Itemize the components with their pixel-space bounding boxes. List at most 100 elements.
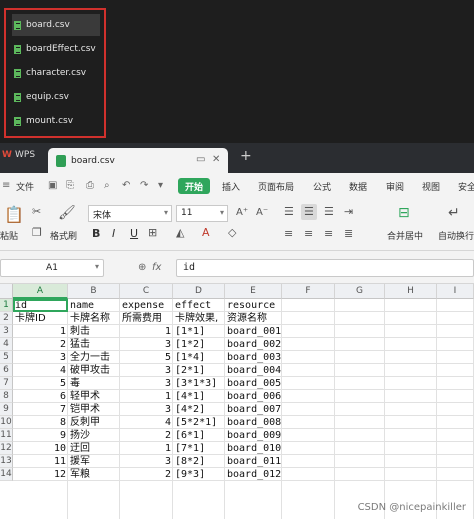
column-header[interactable]: E — [225, 284, 282, 299]
table-cell[interactable]: 2 — [120, 468, 171, 481]
font-size-select[interactable]: 11 ▾ — [176, 205, 228, 222]
table-cell[interactable]: 1 — [120, 390, 171, 403]
row-header[interactable]: 7 — [0, 377, 13, 390]
table-cell[interactable]: 3 — [120, 403, 171, 416]
table-cell[interactable]: board_001 — [227, 325, 281, 338]
underline-button[interactable]: U — [130, 227, 138, 240]
justify-icon[interactable]: ≣ — [344, 227, 353, 240]
table-cell[interactable]: 5 — [120, 351, 171, 364]
column-header[interactable]: D — [173, 284, 225, 299]
table-cell[interactable]: board_003 — [227, 351, 281, 364]
table-cell[interactable]: board_010 — [227, 442, 281, 455]
table-cell[interactable]: [6*1] — [175, 429, 205, 442]
row-header[interactable]: 6 — [0, 364, 13, 377]
table-cell[interactable]: 3 — [120, 377, 171, 390]
row-header[interactable]: 14 — [0, 468, 13, 481]
table-cell[interactable]: 全力一击 — [70, 351, 110, 364]
table-cell[interactable]: 卡牌名称 — [70, 312, 110, 325]
menu-file[interactable]: 文件 — [16, 180, 34, 193]
redo-icon[interactable]: ↷ — [140, 180, 148, 191]
table-cell[interactable]: expense — [122, 299, 164, 312]
merge-center-button[interactable]: 合并居中 — [387, 229, 423, 242]
select-all-corner[interactable] — [0, 284, 13, 299]
wrap-text-button[interactable]: 自动换行 — [438, 229, 474, 242]
undo-icon[interactable]: ↶ — [122, 180, 130, 191]
print-icon[interactable]: ⎙ — [86, 180, 94, 191]
table-cell[interactable]: 4 — [120, 416, 171, 429]
table-cell[interactable]: [5*2*1] — [175, 416, 217, 429]
align-center-icon[interactable]: ≡ — [304, 227, 313, 240]
print-preview-icon[interactable]: ⌕ — [104, 180, 110, 191]
font-color-icon[interactable]: A — [202, 226, 210, 239]
row-header[interactable]: 9 — [0, 403, 13, 416]
column-header[interactable]: H — [385, 284, 437, 299]
file-item-board[interactable]: board.csv — [12, 14, 100, 36]
table-cell[interactable]: [4*2] — [175, 403, 205, 416]
table-cell[interactable]: 所需费用 — [122, 312, 162, 325]
table-cell[interactable]: 2 — [13, 338, 66, 351]
table-cell[interactable]: 3 — [120, 455, 171, 468]
export-pdf-icon[interactable]: ⎘ — [66, 180, 74, 191]
menu-view[interactable]: 视图 — [422, 180, 440, 193]
file-item-boardeffect[interactable]: boardEffect.csv — [12, 38, 96, 60]
menu-review[interactable]: 审阅 — [386, 180, 404, 193]
align-right-icon[interactable]: ≡ — [324, 227, 333, 240]
cut-icon[interactable]: ✂ — [32, 205, 41, 218]
row-header[interactable]: 1 — [0, 299, 13, 312]
table-cell[interactable]: [9*3] — [175, 468, 205, 481]
file-item-character[interactable]: character.csv — [12, 62, 86, 84]
bold-button[interactable]: B — [92, 227, 100, 240]
font-family-select[interactable]: 宋体 ▾ — [88, 205, 172, 222]
column-header[interactable]: C — [120, 284, 173, 299]
align-left-icon[interactable]: ≡ — [284, 227, 293, 240]
table-cell[interactable]: board_005 — [227, 377, 281, 390]
table-cell[interactable]: 7 — [13, 403, 66, 416]
column-header[interactable]: A — [13, 284, 68, 299]
table-cell[interactable]: 4 — [13, 364, 66, 377]
menu-insert[interactable]: 插入 — [222, 180, 240, 193]
table-cell[interactable]: 3 — [120, 364, 171, 377]
wps-home-tab[interactable]: W WPS — [2, 150, 35, 160]
table-cell[interactable]: effect — [175, 299, 211, 312]
table-cell[interactable]: 卡牌效果, — [175, 312, 218, 325]
spreadsheet-grid[interactable]: A B C D E F G H I 1 2 3 4 5 6 7 8 9 10 11 12 13 14 id name expens… — [0, 284, 474, 519]
window-restore-icon[interactable]: ▭ — [196, 154, 205, 165]
table-cell[interactable]: 扬沙 — [70, 429, 90, 442]
row-header[interactable]: 8 — [0, 390, 13, 403]
table-cell[interactable]: 1 — [120, 442, 171, 455]
column-header[interactable]: B — [68, 284, 120, 299]
table-cell[interactable]: 10 — [13, 442, 66, 455]
table-cell[interactable]: 12 — [13, 468, 66, 481]
table-cell[interactable]: [1*4] — [175, 351, 205, 364]
row-header[interactable]: 3 — [0, 325, 13, 338]
table-cell[interactable]: 援军 — [70, 455, 90, 468]
table-cell[interactable]: 轻甲术 — [70, 390, 100, 403]
column-header[interactable]: G — [335, 284, 385, 299]
menu-security[interactable]: 安全 — [458, 180, 474, 193]
table-cell[interactable]: [1*2] — [175, 338, 205, 351]
zoom-icon[interactable]: ⊕ — [138, 262, 146, 273]
table-cell[interactable]: [1*1] — [175, 325, 205, 338]
table-cell[interactable]: 2 — [120, 429, 171, 442]
table-cell[interactable]: [8*2] — [175, 455, 205, 468]
copy-icon[interactable]: ❐ — [32, 226, 42, 239]
table-cell[interactable]: [7*1] — [175, 442, 205, 455]
table-cell[interactable]: 猛击 — [70, 338, 90, 351]
name-box[interactable]: A1 ▾ — [0, 259, 104, 277]
table-cell[interactable]: board_008 — [227, 416, 281, 429]
table-cell[interactable]: 8 — [13, 416, 66, 429]
table-cell[interactable]: board_006 — [227, 390, 281, 403]
table-cell[interactable]: 6 — [13, 390, 66, 403]
new-tab-button[interactable]: + — [240, 148, 252, 164]
table-cell[interactable]: 军粮 — [70, 468, 90, 481]
table-cell[interactable]: 1 — [120, 325, 171, 338]
align-bottom-icon[interactable]: ☰ — [324, 205, 334, 218]
table-cell[interactable]: 破甲攻击 — [70, 364, 110, 377]
table-cell[interactable]: 3 — [13, 351, 66, 364]
format-painter-button[interactable]: 格式刷 — [50, 229, 77, 242]
insert-function-button[interactable]: fx — [152, 262, 161, 273]
table-cell[interactable]: 刺击 — [70, 325, 90, 338]
border-icon[interactable]: ⊞ — [148, 226, 157, 239]
table-cell[interactable]: name — [70, 299, 94, 312]
close-tab-icon[interactable]: ✕ — [212, 154, 220, 165]
